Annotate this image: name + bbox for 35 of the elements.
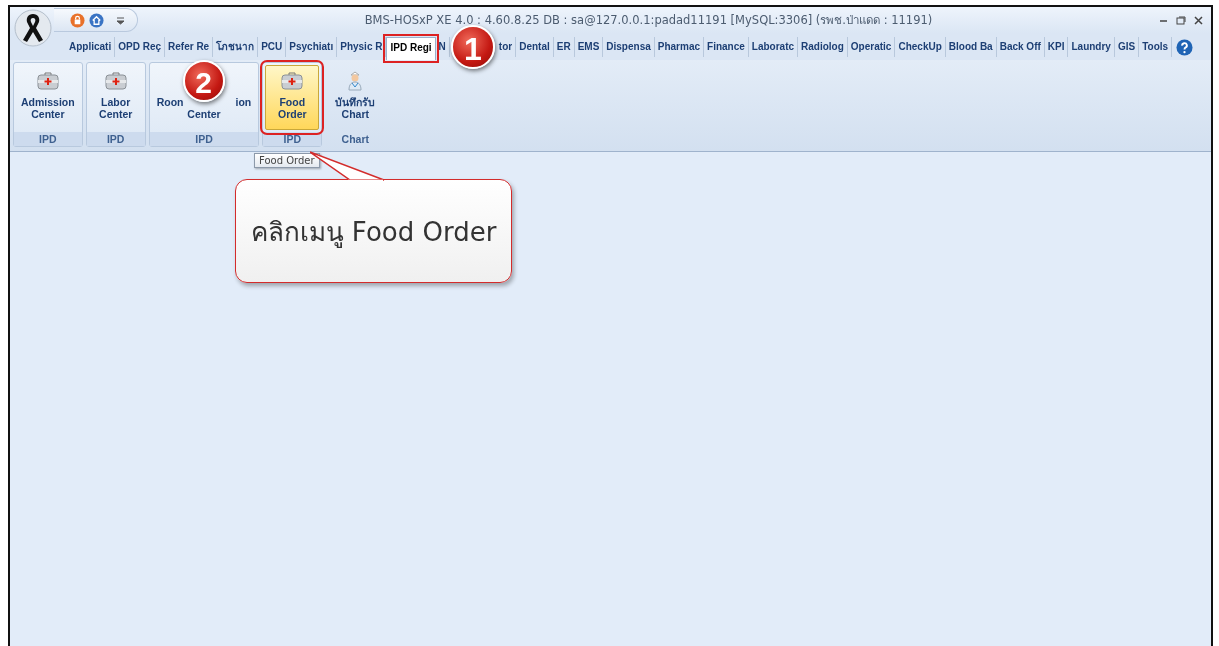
ribbon-tab[interactable]: CheckUp: [895, 37, 946, 57]
callout-box: คลิกเมนู Food Order: [235, 179, 512, 283]
tooltip: Food Order: [254, 153, 320, 168]
ribbon-tab[interactable]: Radiolog: [798, 37, 848, 57]
ribbon-tab[interactable]: tor: [495, 37, 517, 57]
ribbon-tab[interactable]: Dental: [516, 37, 554, 57]
ribbon-tab[interactable]: IPD Regi: [386, 37, 436, 60]
ribbon-tab[interactable]: โภชนาก: [213, 37, 259, 57]
ribbon-tab[interactable]: ER: [553, 37, 575, 57]
ribbon-tab[interactable]: Applicati: [66, 37, 116, 57]
ribbon-tab[interactable]: Laboratc: [748, 37, 799, 57]
ribbon-tab[interactable]: KPI: [1044, 37, 1069, 57]
ribbon-tab[interactable]: Pharmac: [654, 37, 705, 57]
ribbon-button[interactable]: บันทึกรับ Chart: [328, 65, 383, 130]
ribbon-tab[interactable]: Operatic: [847, 37, 896, 57]
ribbon-tab[interactable]: Laundry: [1068, 37, 1115, 57]
ribbon-tab[interactable]: Psychiatı: [286, 37, 338, 57]
ribbon-tab[interactable]: GIS: [1114, 37, 1140, 57]
group-caption: IPD: [149, 132, 259, 146]
ribbon-tab[interactable]: Back Off: [996, 37, 1045, 57]
ribbon-tab[interactable]: N: [435, 37, 450, 57]
group-caption: IPD: [86, 132, 145, 146]
ribbon-tab[interactable]: Tools: [1139, 37, 1173, 57]
ribbon-tab[interactable]: OPD Reç: [115, 37, 166, 57]
ribbon-tab[interactable]: EMS: [574, 37, 604, 57]
step-number-marker: 2: [182, 60, 225, 102]
ribbon-button[interactable]: Labor Center: [88, 65, 143, 130]
ribbon-tab[interactable]: Finance: [704, 37, 749, 57]
group-caption: Chart: [340, 132, 370, 146]
ribbon-tab[interactable]: Dispensa: [603, 37, 655, 57]
group-caption: IPD: [14, 132, 82, 146]
ribbon-tab[interactable]: PCU: [258, 37, 287, 57]
ribbon-button[interactable]: Admission Center: [16, 65, 80, 130]
ribbon-tab[interactable]: Refer Re: [165, 37, 214, 57]
ribbon-tab[interactable]: Blood Ba: [945, 37, 997, 57]
